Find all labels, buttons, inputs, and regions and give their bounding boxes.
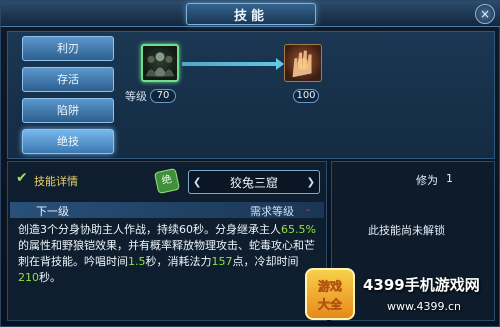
skill-description: 创造3个分身协助主人作战，持续60秒。分身继承主人65.5%的属性和野狼铠效果，… <box>18 222 318 286</box>
watermark: 游戏 大全 4399手机游戏网 www.4399.cn <box>301 266 500 326</box>
desc-highlight: 210 <box>18 271 39 284</box>
category-tabs: 利刃 存活 陷阱 绝技 <box>22 36 122 160</box>
tab-survival[interactable]: 存活 <box>22 67 114 92</box>
required-level-value: - <box>306 203 310 216</box>
mastery-value: 1 <box>446 172 453 185</box>
skill-name-box[interactable]: ❮ 狡兔三窟 ❯ <box>188 170 320 194</box>
arrow-head-icon <box>276 58 284 70</box>
desc-part: 创造3个分身协助主人作战，持续60秒。分身继承主人 <box>18 223 281 236</box>
desc-highlight: 1.5 <box>128 255 146 268</box>
svg-text:游戏: 游戏 <box>318 278 342 293</box>
fire-hands-icon[interactable] <box>284 44 322 82</box>
desc-part: 点，冷却时间 <box>232 255 299 268</box>
chevron-right-icon[interactable]: ❯ <box>307 177 315 188</box>
upgrade-arrow <box>182 62 282 66</box>
tab-blade[interactable]: 利刃 <box>22 36 114 61</box>
title-plate: 技能 <box>186 3 316 25</box>
checkmark-icon: ✔ <box>16 170 28 186</box>
title-bar: 技能 × <box>1 1 500 27</box>
desc-part: 秒，消耗法力 <box>145 255 212 268</box>
next-level-bar: 下一级 需求等级 - <box>10 202 324 218</box>
ultimate-badge-icon: 绝 <box>153 167 181 195</box>
level-label: 等级 <box>125 90 147 103</box>
next-level-label: 下一级 <box>36 205 69 218</box>
window-title: 技能 <box>233 8 268 24</box>
watermark-logo-icon: 游戏 大全 <box>305 268 355 320</box>
desc-highlight: 65.5% <box>281 223 316 236</box>
skill-window: 技能 × 利刃 存活 陷阱 绝技 等级 70 100 ✔ 技能详情 绝 ❮ 狡兔… <box>0 0 500 327</box>
close-icon: × <box>479 7 491 21</box>
tab-ultimate[interactable]: 绝技 <box>22 129 114 154</box>
mastery-label: 修为 <box>416 174 438 187</box>
skill-name: 狡兔三窟 <box>229 175 278 190</box>
locked-notice: 此技能尚未解锁 <box>368 224 445 237</box>
desc-highlight: 157 <box>211 255 233 268</box>
chevron-left-icon[interactable]: ❮ <box>193 177 201 188</box>
detail-label: 技能详情 <box>34 175 78 188</box>
shadow-clone-icon[interactable] <box>141 44 179 82</box>
detail-header: ✔ 技能详情 绝 ❮ 狡兔三窟 ❯ <box>8 166 328 196</box>
current-level-badge: 70 <box>150 89 176 103</box>
skill-tree-panel: 利刃 存活 陷阱 绝技 等级 70 100 <box>7 31 495 159</box>
required-level-label: 需求等级 <box>250 205 294 218</box>
watermark-site-name: 4399手机游戏网 <box>363 276 480 294</box>
svg-text:大全: 大全 <box>318 297 343 312</box>
desc-part: 秒。 <box>39 271 61 284</box>
watermark-url: www.4399.cn <box>387 300 461 313</box>
close-button[interactable]: × <box>475 4 495 24</box>
skill-detail-panel: ✔ 技能详情 绝 ❮ 狡兔三窟 ❯ 下一级 需求等级 - 创造3个分身协助主人作… <box>7 161 327 321</box>
tab-trap[interactable]: 陷阱 <box>22 98 114 123</box>
next-level-badge: 100 <box>293 89 319 103</box>
